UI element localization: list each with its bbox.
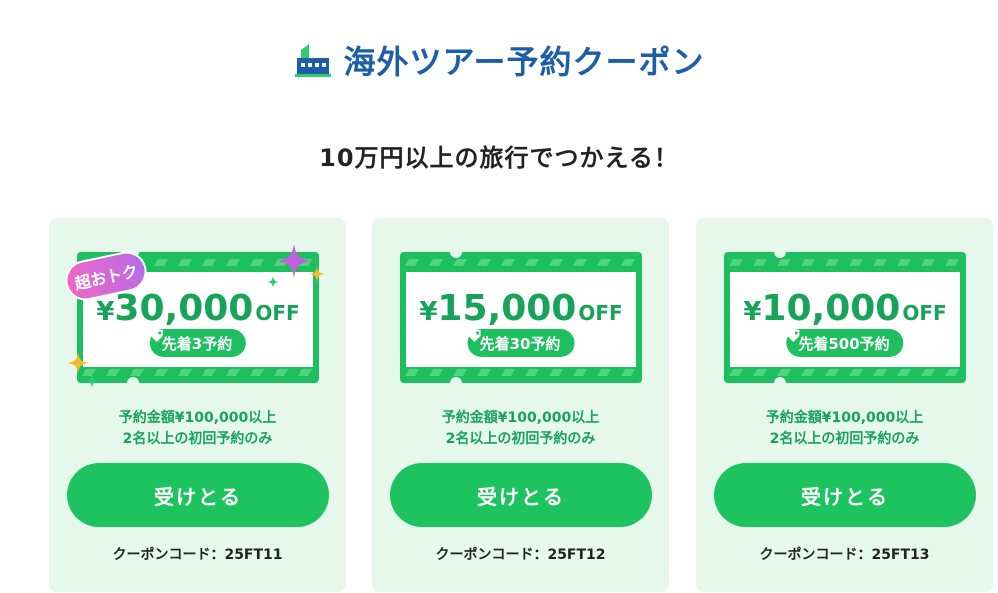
page-subtitle: 10万円以上の旅行でつかえる！ — [319, 144, 679, 172]
receive-coupon-button[interactable]: 受けとる — [714, 463, 976, 527]
receive-coupon-button[interactable]: 受けとる — [390, 463, 652, 527]
condition-line: 2名以上の初回予約のみ — [122, 431, 273, 447]
building-icon — [295, 44, 332, 77]
page-header: 海外ツアー予約クーポン — [0, 34, 998, 86]
coupon-card-1: ¥30,000 OFF 先着3予約 超おトク 予約金額¥100,000以上 2名… — [49, 218, 346, 592]
coupon-ticket: ¥15,000 OFF 先着30予約 — [400, 252, 642, 383]
receive-coupon-button[interactable]: 受けとる — [67, 463, 329, 527]
condition-line: 2名以上の初回予約のみ — [445, 431, 596, 447]
limit-pill: 先着30予約 — [467, 329, 575, 357]
coupon-conditions: 予約金額¥100,000以上 2名以上の初回予約のみ — [372, 408, 669, 450]
limit-label: 先着30予約 — [479, 334, 561, 353]
coupon-code: クーポンコード：25FT13 — [759, 547, 930, 563]
sparkle-icon — [85, 374, 99, 388]
sparkle-icon — [267, 276, 279, 288]
condition-line: 予約金額¥100,000以上 — [118, 410, 277, 426]
coupon-card-2: ¥15,000 OFF 先着30予約 予約金額¥100,000以上 2名以上の初回… — [372, 218, 669, 592]
condition-line: 2名以上の初回予約のみ — [769, 431, 920, 447]
tag-icon — [468, 330, 481, 342]
discount-amount: ¥30,000 OFF — [96, 288, 300, 329]
coupon-conditions: 予約金額¥100,000以上 2名以上の初回予約のみ — [49, 408, 346, 450]
coupon-code: クーポンコード：25FT12 — [435, 547, 606, 563]
condition-line: 予約金額¥100,000以上 — [441, 410, 600, 426]
tag-icon — [150, 330, 163, 342]
coupon-ticket: ¥30,000 OFF 先着3予約 超おトク — [64, 244, 325, 388]
coupon-ticket: ¥10,000 OFF 先着500予約 — [724, 252, 966, 383]
sparkle-icon — [277, 244, 311, 278]
tag-icon — [787, 330, 800, 342]
condition-line: 予約金額¥100,000以上 — [765, 410, 924, 426]
sparkle-icon — [67, 352, 89, 374]
sparkle-icon — [309, 266, 325, 282]
limit-label: 先着500予約 — [798, 334, 890, 353]
coupon-list: ¥30,000 OFF 先着3予約 超おトク 予約金額¥100,000以上 2名… — [49, 218, 993, 592]
page-title: 海外ツアー予約クーポン — [343, 43, 705, 81]
discount-amount: ¥15,000 OFF — [419, 288, 623, 329]
limit-pill: 先着3予約 — [149, 329, 247, 357]
coupon-card-3: ¥10,000 OFF 先着500予約 予約金額¥100,000以上 2名以上の初… — [696, 218, 993, 592]
discount-amount: ¥10,000 OFF — [743, 288, 947, 329]
limit-pill: 先着500予約 — [786, 329, 904, 357]
coupon-code: クーポンコード：25FT11 — [112, 547, 283, 563]
coupon-conditions: 予約金額¥100,000以上 2名以上の初回予約のみ — [696, 408, 993, 450]
limit-label: 先着3予約 — [161, 334, 233, 353]
